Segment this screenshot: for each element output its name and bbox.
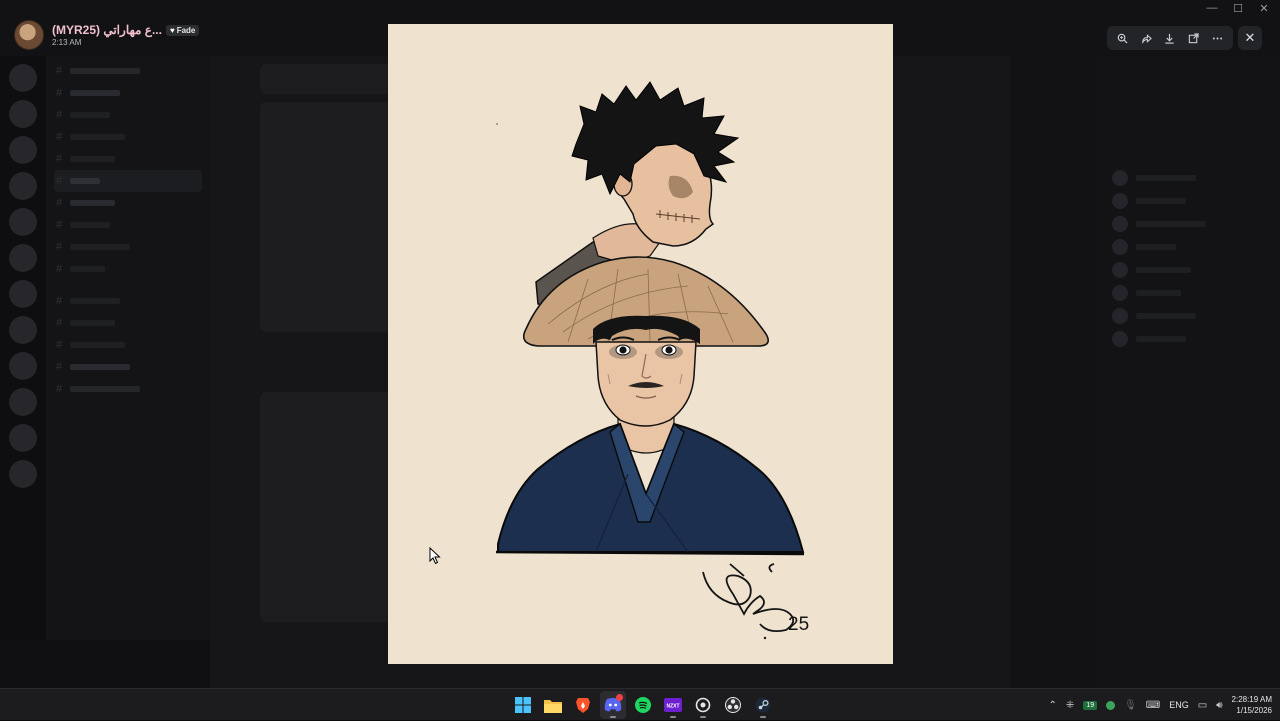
signature-year: 25 [788,614,809,635]
channel-list: # # # # # # # # # # # # # # # [46,56,210,688]
heart-icon: ♥ [169,26,175,36]
keyboard-icon[interactable]: ⌨ [1146,700,1160,711]
media-toolbar [1107,26,1233,50]
windows-start-icon[interactable] [510,691,536,719]
tag-label: Fade [176,26,196,36]
more-icon[interactable] [1207,28,1227,48]
steam-helper-icon[interactable] [690,691,716,719]
mouse-cursor [429,547,441,565]
open-external-icon[interactable] [1184,28,1204,48]
system-tray: ⌃ ⁜ 19 🎙︎ ⌨ ENG ▭ 🔊︎ 2:28:19 AM 1/15/202… [1049,689,1272,721]
window-close-icon[interactable]: ✕ [1258,2,1270,15]
user-panel [0,640,210,688]
author-name: (MYR25) ع مهاراتي... ♥ Fade [52,23,200,37]
spotify-icon[interactable] [630,691,656,719]
minimize-icon[interactable]: — [1206,2,1218,15]
close-icon[interactable]: ✕ [1238,26,1262,50]
zoom-in-icon[interactable] [1113,28,1133,48]
status-circle-icon[interactable] [1106,700,1116,710]
language-indicator[interactable]: ENG [1169,700,1189,710]
avatar[interactable] [14,20,44,50]
tray-badge[interactable]: 19 [1083,700,1098,710]
window-controls: — ☐ ✕ [1206,2,1270,15]
display-icon[interactable]: ▭ [1198,700,1207,711]
taskbar-apps: NZXT [510,691,776,719]
download-icon[interactable] [1160,28,1180,48]
windows-taskbar: NZXT ⌃ ⁜ 19 🎙︎ ⌨ ENG ▭ 🔊︎ 2:28:19 AM 1/1… [0,688,1280,720]
maximize-icon[interactable]: ☐ [1232,2,1244,15]
obs-icon[interactable] [720,691,746,719]
network-hub-icon[interactable]: ⁜ [1066,700,1074,711]
artwork-image[interactable]: 25 [388,24,893,664]
svg-text:NZXT: NZXT [666,704,679,710]
volume-icon[interactable]: 🔊︎ [1216,700,1222,711]
discord-icon[interactable] [600,691,626,719]
file-explorer-icon[interactable] [540,691,566,719]
nzxt-cam-icon[interactable]: NZXT [660,691,686,719]
forward-icon[interactable] [1136,28,1156,48]
brave-icon[interactable] [570,691,596,719]
system-clock[interactable]: 2:28:19 AM 1/15/2026 [1232,694,1272,716]
server-list [0,56,46,688]
message-timestamp: 2:13 AM [52,38,82,47]
microphone-icon[interactable]: 🎙︎ [1124,700,1137,711]
media-viewer-author[interactable]: (MYR25) ع مهاراتي... ♥ Fade 2:13 AM [14,20,200,50]
chevron-up-icon[interactable]: ⌃ [1049,700,1057,711]
notification-dot [616,694,623,701]
steam-icon[interactable] [750,691,776,719]
guild-tag: ♥ Fade [165,25,200,37]
clock-time: 2:28:19 AM [1231,695,1272,704]
clock-date: 1/15/2026 [1236,706,1272,715]
member-list [1098,56,1280,688]
